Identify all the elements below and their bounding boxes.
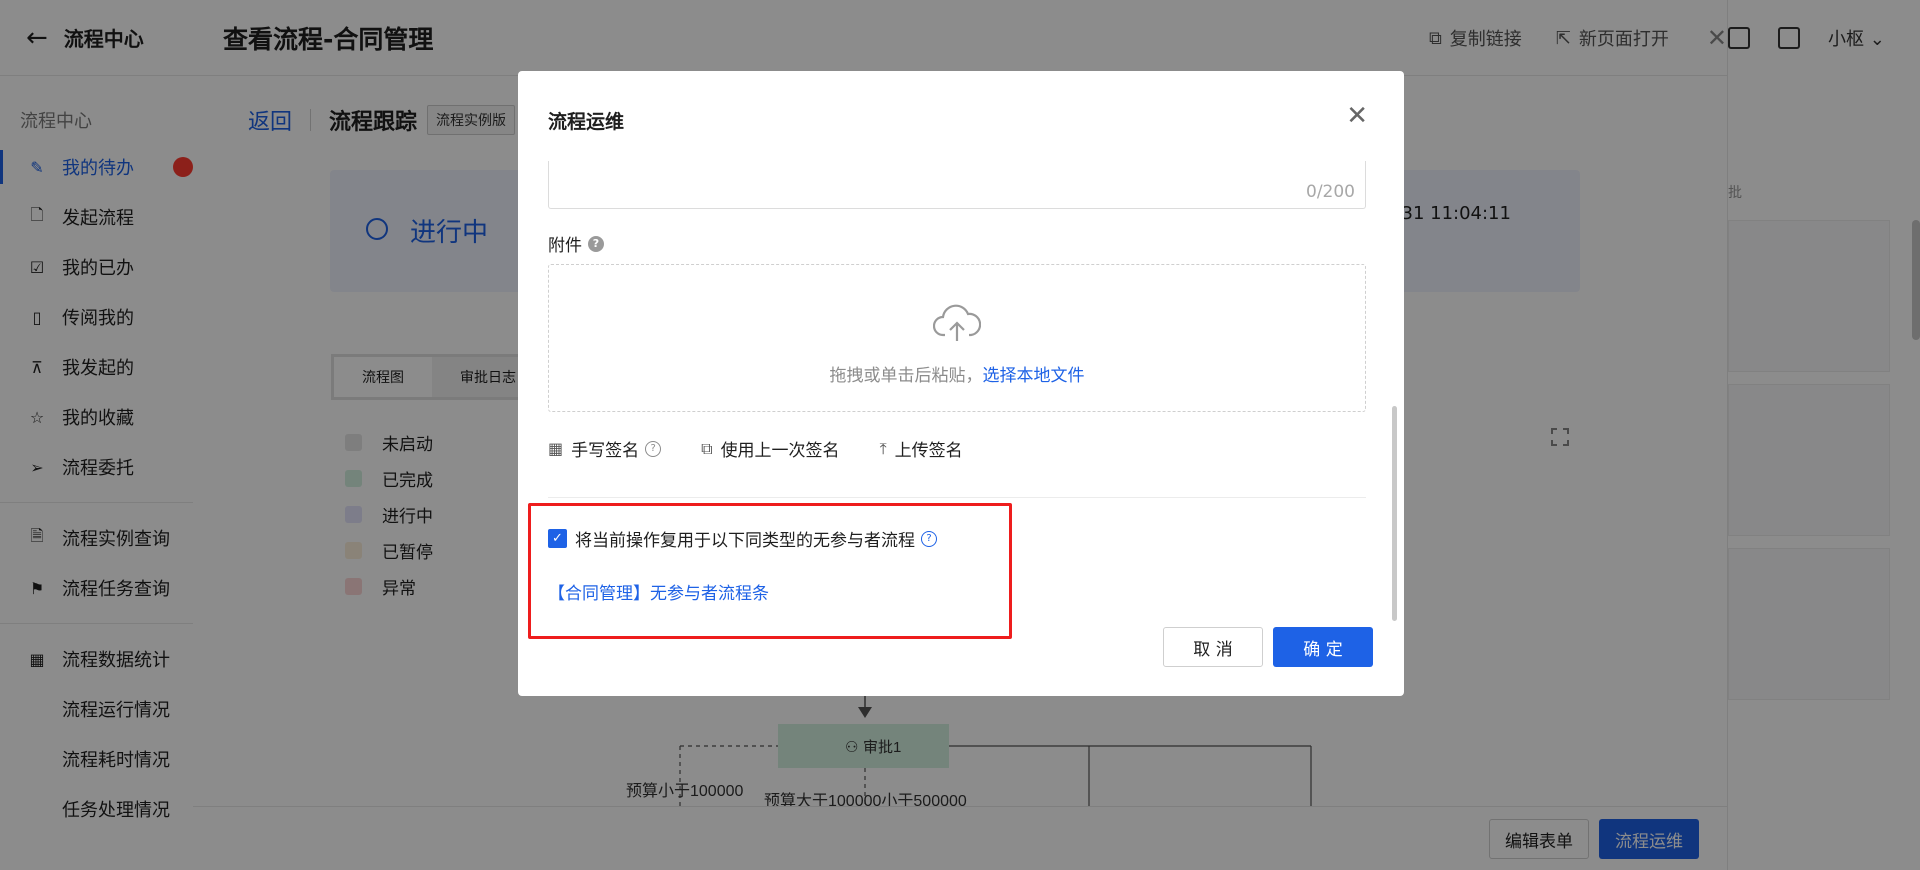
signature-options: ▦ 手写签名 ? ⧉ 使用上一次签名 ⤒ 上传签名 [548,436,1003,462]
upload-icon: ⤒ [879,438,887,458]
upload-hint: 拖拽或单击后粘贴，选择本地文件 [549,361,1365,386]
qr-icon: ▦ [548,439,564,458]
confirm-button[interactable]: 确 定 [1273,627,1373,667]
help-icon[interactable]: ? [645,440,662,457]
signature-option-label: 使用上一次签名 [720,441,840,461]
cancel-button[interactable]: 取 消 [1163,627,1263,667]
select-local-file-link[interactable]: 选择本地文件 [983,366,1085,386]
process-ops-modal: 流程运维 ✕ 0/200 附件 ? 拖拽或单击后粘贴，选择本地文件 ▦ 手写签名… [518,71,1404,696]
comment-textarea[interactable]: 0/200 [548,161,1366,209]
upload-hint-text: 拖拽或单击后粘贴， [829,366,983,386]
modal-scrollbar[interactable] [1392,406,1397,621]
copy-icon: ⧉ [701,438,713,458]
modal-title: 流程运维 [548,111,625,133]
handwritten-signature-button[interactable]: ▦ 手写签名 ? [548,436,662,461]
close-icon[interactable]: ✕ [1346,101,1368,131]
attachment-label: 附件 ? [548,231,604,256]
signature-option-label: 上传签名 [894,441,963,461]
cloud-upload-icon [933,304,981,341]
help-icon[interactable]: ? [588,235,604,252]
upload-signature-button[interactable]: ⤒ 上传签名 [879,436,963,462]
use-last-signature-button[interactable]: ⧉ 使用上一次签名 [701,436,840,462]
upload-dropzone[interactable]: 拖拽或单击后粘贴，选择本地文件 [548,264,1366,412]
divider [548,497,1366,498]
signature-option-label: 手写签名 [571,441,640,461]
attachment-label-text: 附件 [548,236,582,256]
highlight-box [528,503,1012,639]
char-count: 0/200 [1306,182,1355,202]
